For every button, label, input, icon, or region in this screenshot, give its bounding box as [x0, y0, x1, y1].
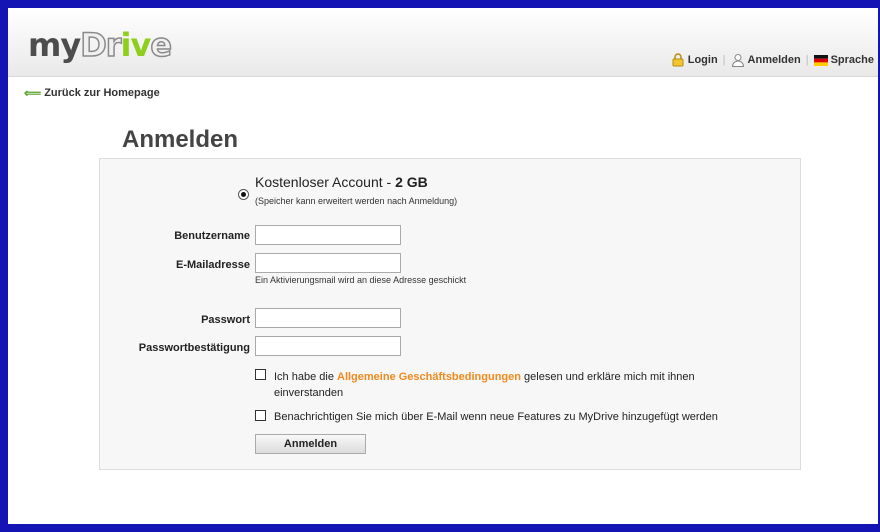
- username-input[interactable]: [255, 225, 401, 245]
- signup-form: Kostenloser Account - 2 GB (Speicher kan…: [99, 158, 801, 470]
- lock-icon: [672, 53, 684, 67]
- password-confirm-input[interactable]: [255, 336, 401, 356]
- plan-radio-free[interactable]: [238, 189, 249, 200]
- terms-text-line2: einverstanden: [274, 387, 344, 399]
- plan-size: 2 GB: [395, 174, 428, 190]
- nav-anmelden-label: Anmelden: [747, 54, 801, 66]
- username-label: Benutzername: [174, 230, 250, 242]
- nav-sprache-label: Sprache: [830, 54, 874, 66]
- newsletter-text: Benachrichtigen Sie mich über E-Mail wen…: [274, 411, 718, 423]
- plan-name: Kostenloser Account -: [255, 174, 396, 190]
- email-hint: Ein Aktivierungsmail wird an diese Adres…: [255, 275, 467, 285]
- email-label: E-Mailadresse: [176, 259, 250, 271]
- back-to-homepage-link[interactable]: ⟸ Zurück zur Homepage: [24, 86, 160, 100]
- terms-text: Ich habe die Allgemeine Geschäftsbedingu…: [274, 369, 695, 401]
- browser-frame: myDrive Login | Anmelden | Sprache ⟸ Zur…: [0, 0, 880, 532]
- mydrive-logo[interactable]: myDrive: [28, 25, 173, 65]
- back-arrow-icon: ⟸: [24, 86, 42, 100]
- logo-part-iv: iv: [120, 26, 152, 64]
- site-header: myDrive Login | Anmelden | Sprache: [8, 8, 878, 77]
- logo-part-e: e: [150, 25, 173, 65]
- logo-part-dr: Dr: [79, 25, 122, 65]
- password-label: Passwort: [201, 314, 250, 326]
- back-link-label: Zurück zur Homepage: [44, 87, 160, 99]
- terms-text-before: Ich habe die: [274, 371, 337, 383]
- nav-anmelden[interactable]: Anmelden: [731, 53, 801, 67]
- logo-part-my: my: [28, 26, 81, 64]
- terms-link[interactable]: Allgemeine Geschäftsbedingungen: [337, 371, 521, 383]
- email-input[interactable]: [255, 253, 401, 273]
- german-flag-icon: [813, 54, 828, 66]
- nav-login[interactable]: Login: [671, 53, 718, 67]
- nav-separator: |: [805, 54, 809, 66]
- user-icon: [731, 54, 744, 67]
- terms-text-after: gelesen und erkläre mich mit ihnen: [520, 371, 695, 383]
- password-confirm-label: Passwortbestätigung: [138, 342, 250, 354]
- plan-label: Kostenloser Account - 2 GB: [255, 174, 428, 190]
- nav-separator: |: [722, 54, 726, 66]
- newsletter-checkbox[interactable]: [255, 410, 266, 421]
- plan-note: (Speicher kann erweitert werden nach Anm…: [255, 196, 458, 206]
- anmelden-submit-button[interactable]: Anmelden: [255, 434, 366, 454]
- password-input[interactable]: [255, 308, 401, 328]
- nav-sprache[interactable]: Sprache: [813, 54, 874, 66]
- terms-checkbox[interactable]: [255, 369, 266, 380]
- top-navigation: Login | Anmelden | Sprache: [671, 53, 874, 67]
- page-title: Anmelden: [122, 126, 239, 153]
- nav-login-label: Login: [687, 54, 718, 66]
